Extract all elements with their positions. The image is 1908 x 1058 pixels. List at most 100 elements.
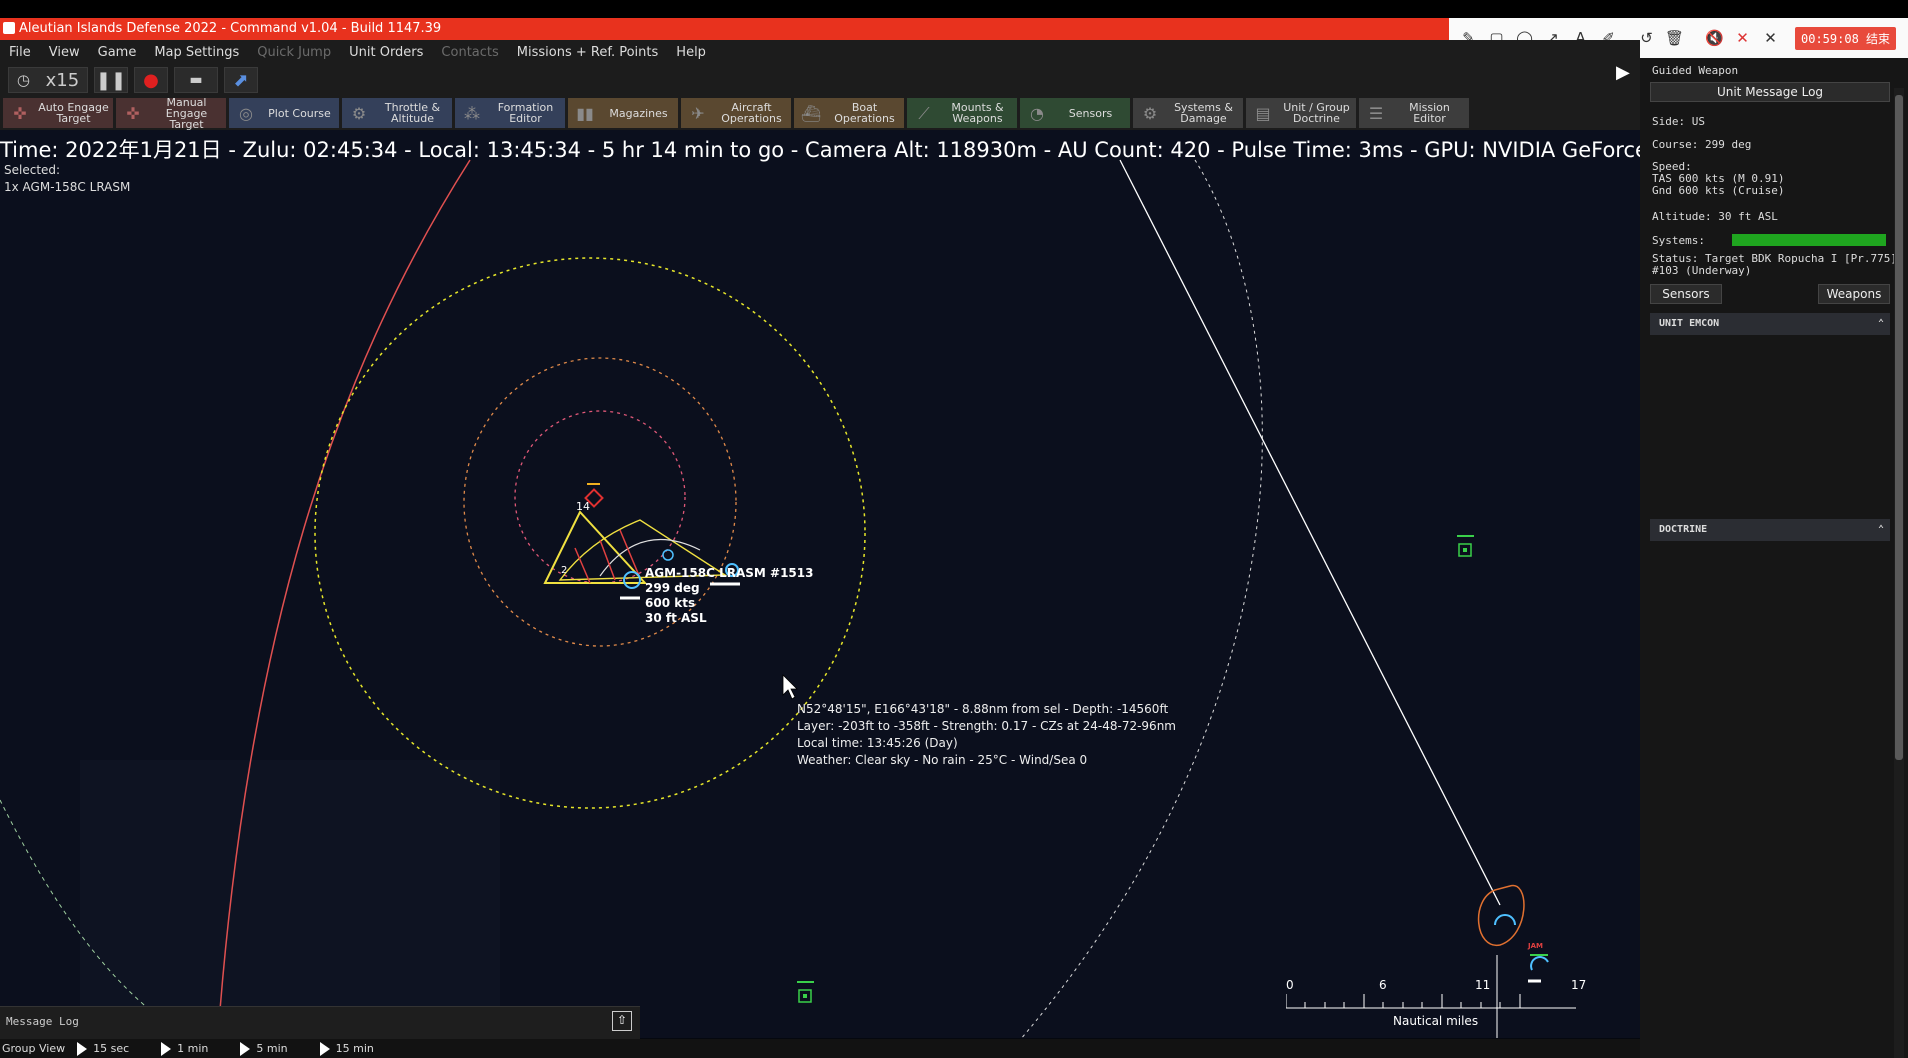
message-log-panel[interactable]: Message Log ⇧ (0, 1006, 640, 1040)
unit-message-log-button[interactable]: Unit Message Log (1650, 82, 1890, 102)
panel-toggle-button[interactable]: ▶ (1616, 62, 1634, 90)
unit-type: Guided Weapon (1652, 64, 1739, 77)
menu-help[interactable]: Help (667, 45, 715, 60)
label-line-2: Target (56, 112, 91, 125)
tactical-map[interactable] (0, 130, 1640, 1038)
aircraft-operations-button[interactable]: ✈ Aircraft Operations (681, 98, 791, 128)
label-line-2: Altitude (391, 112, 434, 125)
message-log-expand-icon[interactable]: ⇧ (612, 1011, 632, 1031)
speed-gnd: Gnd 600 kts (Cruise) (1652, 184, 1785, 197)
systems-damage-button[interactable]: ⚙ Systems & Damage (1133, 98, 1243, 128)
scale-unit-label: Nautical miles (1393, 1014, 1479, 1028)
sensors-button[interactable]: Sensors (1650, 284, 1722, 304)
pointer-icon: ⬈ (233, 69, 249, 91)
unit-altitude: 30 ft ASL (645, 611, 707, 625)
formation-editor-button[interactable]: ⁂ Formation Editor (455, 98, 565, 128)
plot-course-button[interactable]: ◎ Plot Course (229, 98, 339, 128)
menu-file[interactable]: File (0, 45, 40, 60)
label-line-2: Editor (509, 112, 542, 125)
time-step-15sec[interactable]: 15 sec (65, 1041, 129, 1056)
formation-icon: ⁂ (464, 103, 480, 123)
menu-view[interactable]: View (40, 45, 89, 60)
toolbar-button-label: Magazines (603, 108, 678, 119)
friendly-missile-icon[interactable] (623, 571, 641, 589)
mission-editor-button[interactable]: ☰ Mission Editor (1359, 98, 1469, 128)
time-compression-control[interactable]: ◷ x15 (8, 67, 88, 93)
label-line-2: Damage (1180, 112, 1227, 125)
time-step-label: 1 min (177, 1042, 209, 1055)
toolbar-button-label: Boat Operations (829, 102, 904, 124)
recording-timer[interactable]: 00:59:08 结束 (1795, 26, 1897, 50)
message-log-label: Message Log (6, 1015, 79, 1028)
pointer-button[interactable]: ⬈ (224, 67, 258, 93)
radar-icon: ◔ (1030, 103, 1044, 123)
mission-icon: ☰ (1368, 103, 1384, 123)
water-region (80, 760, 500, 1038)
friendly-missile-icon-3[interactable] (662, 549, 674, 561)
selected-unit-label[interactable]: AGM-158C LRASM #1513 299 deg 600 kts 30 … (645, 566, 813, 626)
sensor-range-ring-inner (514, 410, 686, 584)
document-icon: ▤ (1255, 103, 1271, 123)
label-line-1: Magazines (609, 106, 668, 120)
bottom-bar: Group View 15 sec 1 min 5 min 15 min (0, 1039, 1640, 1058)
group-view-label[interactable]: Group View (2, 1042, 65, 1055)
collapse-icon[interactable]: ⌃ (1878, 313, 1884, 335)
close-icon[interactable]: ✕ (1761, 29, 1780, 48)
ship-view-button[interactable]: ▬ (174, 67, 218, 93)
time-step-5min[interactable]: 5 min (228, 1041, 288, 1056)
time-step-15min[interactable]: 15 min (308, 1041, 374, 1056)
mic-mute-icon[interactable]: ✕ (1733, 29, 1752, 48)
doctrine-header[interactable]: DOCTRINE ⌃ (1650, 519, 1890, 541)
command-toolbar: ✜ Auto Engage Target ✜ Manual Engage Target ◎ P… (0, 96, 1640, 130)
jam-indicator: JAM (1528, 942, 1543, 950)
target-ship-icon[interactable] (1494, 914, 1516, 926)
throttle-altitude-button[interactable]: ⚙ Throttle & Altitude (342, 98, 452, 128)
menu-quick-jump[interactable]: Quick Jump (248, 45, 340, 60)
unit-group-doctrine-button[interactable]: ▤ Unit / Group Doctrine (1246, 98, 1356, 128)
gear-icon: ⚙ (1142, 103, 1158, 123)
trash-icon[interactable]: 🗑 (1665, 29, 1684, 48)
toolbar-button-label: Mission Editor (1394, 102, 1469, 124)
panel-scrollbar-thumb[interactable] (1895, 95, 1903, 760)
map-scale-bar: 0 6 11 17 Nautical miles (1285, 978, 1586, 1028)
collapse-icon[interactable]: ⌃ (1878, 519, 1884, 541)
weapons-button[interactable]: Weapons (1818, 284, 1890, 304)
app-logo-icon (3, 22, 15, 34)
menu-contacts[interactable]: Contacts (432, 45, 507, 60)
toolbar-button-label: Plot Course (264, 108, 339, 119)
aircraft-icon: ✈ (691, 103, 705, 123)
record-icon: ● (143, 69, 159, 91)
menu-unit-orders[interactable]: Unit Orders (340, 45, 432, 60)
play-step-icon (161, 1041, 172, 1056)
speaker-mute-icon[interactable]: 🔇 (1705, 29, 1724, 48)
menu-map-settings[interactable]: Map Settings (145, 45, 248, 60)
toolbar-button-label: Unit / Group Doctrine (1281, 102, 1356, 124)
weapon-range-ring (314, 257, 866, 809)
status-line: Time: 2022年1月21日 - Zulu: 02:45:34 - Loca… (0, 138, 1783, 162)
time-step-label: 15 min (335, 1042, 374, 1055)
sensors-button[interactable]: ◔ Sensors (1020, 98, 1130, 128)
weapon-flight-path (1119, 159, 1501, 906)
label-line-2: Operations (834, 112, 895, 125)
mounts-weapons-button[interactable]: ⟋ Mounts & Weapons (907, 98, 1017, 128)
friendly-unit-icon[interactable] (1530, 956, 1549, 971)
pause-button[interactable]: ❚❚ (94, 67, 128, 93)
menu-game[interactable]: Game (89, 45, 146, 60)
manual-engage-target-button[interactable]: ✜ Manual Engage Target (116, 97, 226, 130)
unit-emcon-header[interactable]: UNIT EMCON ⌃ (1650, 313, 1890, 335)
auto-engage-target-button[interactable]: ✜ Auto Engage Target (3, 98, 113, 128)
systems-health-fill (1732, 234, 1886, 246)
crosshair-icon: ✜ (126, 103, 140, 123)
magazines-button[interactable]: ▮▮ Magazines (568, 98, 678, 128)
doctrine-title: DOCTRINE (1659, 524, 1708, 535)
time-step-1min[interactable]: 1 min (149, 1041, 209, 1056)
toolbar-button-label: Manual Engage Target (151, 97, 226, 130)
label-line-1: Sensors (1068, 106, 1113, 120)
cursor-layer: Layer: -203ft to -358ft - Strength: 0.17… (797, 719, 1176, 733)
unit-emcon-title: UNIT EMCON (1659, 318, 1720, 329)
label-line-2: Operations (721, 112, 782, 125)
menu-missions-ref-points[interactable]: Missions + Ref. Points (508, 45, 668, 60)
boat-operations-button[interactable]: ⛴ Boat Operations (794, 98, 904, 128)
toolbar-button-label: Formation Editor (490, 102, 565, 124)
record-button[interactable]: ● (134, 67, 168, 93)
